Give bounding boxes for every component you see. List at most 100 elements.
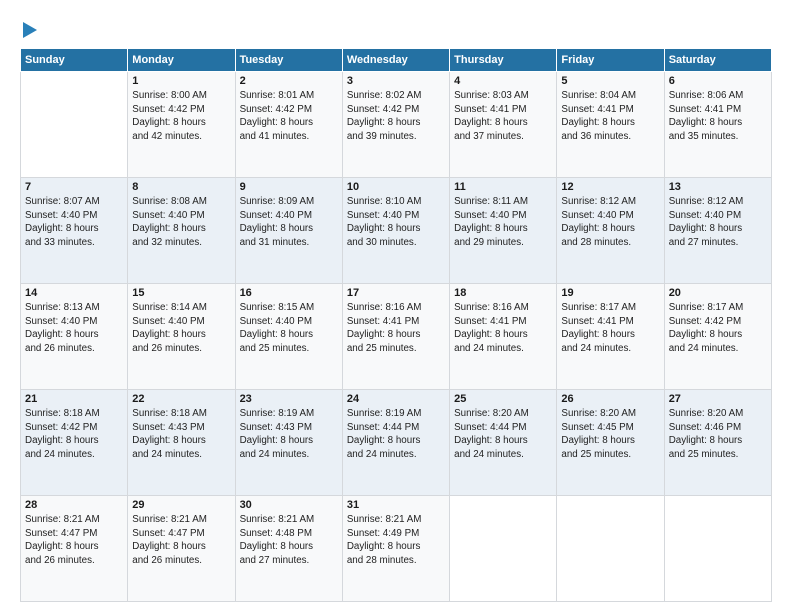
- day-number: 23: [240, 393, 338, 405]
- calendar-cell: 9 Sunrise: 8:09 AMSunset: 4:40 PMDaylight…: [235, 178, 342, 284]
- day-info: Sunrise: 8:13 AMSunset: 4:40 PMDaylight:…: [25, 301, 123, 355]
- day-header-friday: Friday: [557, 49, 664, 72]
- calendar-cell: 25Sunrise: 8:20 AMSunset: 4:44 PMDayligh…: [450, 390, 557, 496]
- day-number: 30: [240, 499, 338, 511]
- day-number: 14: [25, 287, 123, 299]
- day-info: Sunrise: 8:01 AMSunset: 4:42 PMDaylight:…: [240, 89, 338, 143]
- day-number: 29: [132, 499, 230, 511]
- day-number: 3: [347, 75, 445, 87]
- day-info: Sunrise: 8:06 AMSunset: 4:41 PMDaylight:…: [669, 89, 767, 143]
- calendar-cell: 17 Sunrise: 8:16 AMSunset: 4:41 PMDayligh…: [342, 284, 449, 390]
- day-number: 21: [25, 393, 123, 405]
- page: SundayMondayTuesdayWednesdayThursdayFrid…: [0, 0, 792, 612]
- day-number: 12: [561, 181, 659, 193]
- day-info: Sunrise: 8:21 AMSunset: 4:48 PMDaylight:…: [240, 513, 338, 567]
- calendar-cell: 11 Sunrise: 8:11 AMSunset: 4:40 PMDayligh…: [450, 178, 557, 284]
- week-row-2: 7 Sunrise: 8:07 AMSunset: 4:40 PMDaylight…: [21, 178, 772, 284]
- week-row-4: 21 Sunrise: 8:18 AMSunset: 4:42 PMDayligh…: [21, 390, 772, 496]
- calendar-cell: 23 Sunrise: 8:19 AMSunset: 4:43 PMDayligh…: [235, 390, 342, 496]
- day-info: Sunrise: 8:12 AMSunset: 4:40 PMDaylight:…: [669, 195, 767, 249]
- calendar-cell: 24 Sunrise: 8:19 AMSunset: 4:44 PMDayligh…: [342, 390, 449, 496]
- day-info: Sunrise: 8:16 AMSunset: 4:41 PMDaylight:…: [454, 301, 552, 355]
- day-number: 10: [347, 181, 445, 193]
- day-info: Sunrise: 8:19 AMSunset: 4:43 PMDaylight:…: [240, 407, 338, 461]
- calendar-cell: [557, 496, 664, 602]
- day-info: Sunrise: 8:15 AMSunset: 4:40 PMDaylight:…: [240, 301, 338, 355]
- day-number: 27: [669, 393, 767, 405]
- day-number: 8: [132, 181, 230, 193]
- day-info: Sunrise: 8:19 AMSunset: 4:44 PMDaylight:…: [347, 407, 445, 461]
- day-info: Sunrise: 8:20 AMSunset: 4:44 PMDaylight:…: [454, 407, 552, 461]
- calendar-cell: 2 Sunrise: 8:01 AMSunset: 4:42 PMDaylight…: [235, 72, 342, 178]
- calendar-cell: 31 Sunrise: 8:21 AMSunset: 4:49 PMDayligh…: [342, 496, 449, 602]
- day-info: Sunrise: 8:11 AMSunset: 4:40 PMDaylight:…: [454, 195, 552, 249]
- day-number: 13: [669, 181, 767, 193]
- day-info: Sunrise: 8:17 AMSunset: 4:42 PMDaylight:…: [669, 301, 767, 355]
- day-info: Sunrise: 8:20 AMSunset: 4:46 PMDaylight:…: [669, 407, 767, 461]
- calendar-cell: 21 Sunrise: 8:18 AMSunset: 4:42 PMDayligh…: [21, 390, 128, 496]
- day-number: 26: [561, 393, 659, 405]
- calendar-header-row: SundayMondayTuesdayWednesdayThursdayFrid…: [21, 49, 772, 72]
- calendar-cell: 29 Sunrise: 8:21 AMSunset: 4:47 PMDayligh…: [128, 496, 235, 602]
- day-number: 22: [132, 393, 230, 405]
- day-header-monday: Monday: [128, 49, 235, 72]
- calendar-cell: 1 Sunrise: 8:00 AMSunset: 4:42 PMDaylight…: [128, 72, 235, 178]
- day-info: Sunrise: 8:03 AMSunset: 4:41 PMDaylight:…: [454, 89, 552, 143]
- day-header-wednesday: Wednesday: [342, 49, 449, 72]
- day-header-sunday: Sunday: [21, 49, 128, 72]
- day-info: Sunrise: 8:16 AMSunset: 4:41 PMDaylight:…: [347, 301, 445, 355]
- day-header-saturday: Saturday: [664, 49, 771, 72]
- day-number: 2: [240, 75, 338, 87]
- logo-arrow-icon: [23, 22, 37, 38]
- calendar-cell: 16 Sunrise: 8:15 AMSunset: 4:40 PMDayligh…: [235, 284, 342, 390]
- day-number: 1: [132, 75, 230, 87]
- day-info: Sunrise: 8:08 AMSunset: 4:40 PMDaylight:…: [132, 195, 230, 249]
- calendar-cell: 26Sunrise: 8:20 AMSunset: 4:45 PMDayligh…: [557, 390, 664, 496]
- calendar-cell: 27 Sunrise: 8:20 AMSunset: 4:46 PMDayligh…: [664, 390, 771, 496]
- day-info: Sunrise: 8:09 AMSunset: 4:40 PMDaylight:…: [240, 195, 338, 249]
- calendar-cell: 20 Sunrise: 8:17 AMSunset: 4:42 PMDayligh…: [664, 284, 771, 390]
- day-number: 16: [240, 287, 338, 299]
- day-number: 20: [669, 287, 767, 299]
- week-row-3: 14 Sunrise: 8:13 AMSunset: 4:40 PMDayligh…: [21, 284, 772, 390]
- day-number: 28: [25, 499, 123, 511]
- calendar-cell: 5Sunrise: 8:04 AMSunset: 4:41 PMDaylight…: [557, 72, 664, 178]
- day-info: Sunrise: 8:21 AMSunset: 4:47 PMDaylight:…: [25, 513, 123, 567]
- calendar-cell: 14 Sunrise: 8:13 AMSunset: 4:40 PMDayligh…: [21, 284, 128, 390]
- calendar-cell: 19 Sunrise: 8:17 AMSunset: 4:41 PMDayligh…: [557, 284, 664, 390]
- calendar-cell: 7 Sunrise: 8:07 AMSunset: 4:40 PMDaylight…: [21, 178, 128, 284]
- day-number: 9: [240, 181, 338, 193]
- calendar-table: SundayMondayTuesdayWednesdayThursdayFrid…: [20, 48, 772, 602]
- calendar-cell: [21, 72, 128, 178]
- day-number: 19: [561, 287, 659, 299]
- calendar-cell: 12 Sunrise: 8:12 AMSunset: 4:40 PMDayligh…: [557, 178, 664, 284]
- calendar-cell: 13 Sunrise: 8:12 AMSunset: 4:40 PMDayligh…: [664, 178, 771, 284]
- day-info: Sunrise: 8:02 AMSunset: 4:42 PMDaylight:…: [347, 89, 445, 143]
- logo: [20, 18, 37, 38]
- calendar-cell: 8 Sunrise: 8:08 AMSunset: 4:40 PMDaylight…: [128, 178, 235, 284]
- day-number: 7: [25, 181, 123, 193]
- day-info: Sunrise: 8:18 AMSunset: 4:42 PMDaylight:…: [25, 407, 123, 461]
- day-number: 15: [132, 287, 230, 299]
- day-info: Sunrise: 8:21 AMSunset: 4:47 PMDaylight:…: [132, 513, 230, 567]
- calendar-cell: 3 Sunrise: 8:02 AMSunset: 4:42 PMDaylight…: [342, 72, 449, 178]
- day-number: 18: [454, 287, 552, 299]
- day-info: Sunrise: 8:12 AMSunset: 4:40 PMDaylight:…: [561, 195, 659, 249]
- calendar-cell: [664, 496, 771, 602]
- calendar-cell: 15 Sunrise: 8:14 AMSunset: 4:40 PMDayligh…: [128, 284, 235, 390]
- day-number: 4: [454, 75, 552, 87]
- day-info: Sunrise: 8:18 AMSunset: 4:43 PMDaylight:…: [132, 407, 230, 461]
- day-header-tuesday: Tuesday: [235, 49, 342, 72]
- calendar-cell: 18 Sunrise: 8:16 AMSunset: 4:41 PMDayligh…: [450, 284, 557, 390]
- day-number: 17: [347, 287, 445, 299]
- day-number: 24: [347, 393, 445, 405]
- day-number: 11: [454, 181, 552, 193]
- day-info: Sunrise: 8:07 AMSunset: 4:40 PMDaylight:…: [25, 195, 123, 249]
- day-info: Sunrise: 8:21 AMSunset: 4:49 PMDaylight:…: [347, 513, 445, 567]
- calendar-cell: 28 Sunrise: 8:21 AMSunset: 4:47 PMDayligh…: [21, 496, 128, 602]
- day-info: Sunrise: 8:17 AMSunset: 4:41 PMDaylight:…: [561, 301, 659, 355]
- header: [20, 18, 772, 38]
- day-info: Sunrise: 8:00 AMSunset: 4:42 PMDaylight:…: [132, 89, 230, 143]
- day-number: 31: [347, 499, 445, 511]
- day-info: Sunrise: 8:14 AMSunset: 4:40 PMDaylight:…: [132, 301, 230, 355]
